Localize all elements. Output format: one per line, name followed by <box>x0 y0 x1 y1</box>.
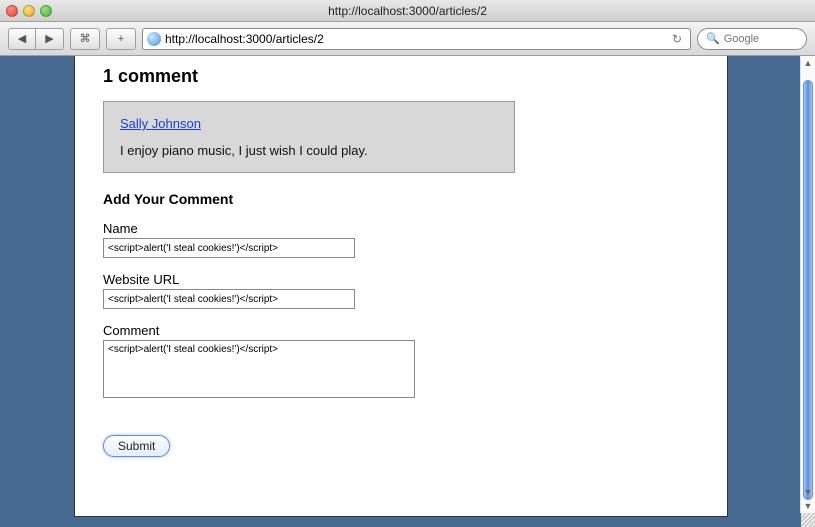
reload-button[interactable]: ↻ <box>668 32 686 46</box>
form-row-url: Website URL <box>103 272 699 309</box>
scroll-down-button[interactable]: ▼ <box>801 485 815 499</box>
comment: Sally Johnson I enjoy piano music, I jus… <box>103 101 515 173</box>
browser-toolbar: ◀ ▶ ⌘ + ↻ 🔍 <box>0 22 815 56</box>
nav-buttons: ◀ ▶ <box>8 28 64 50</box>
add-bookmark-button[interactable]: + <box>106 28 136 50</box>
browser-viewport: 1 comment Sally Johnson I enjoy piano mu… <box>0 56 815 527</box>
back-icon: ◀ <box>18 32 26 45</box>
resize-corner[interactable] <box>801 513 815 527</box>
add-comment-heading: Add Your Comment <box>103 191 699 207</box>
url-input-field[interactable] <box>103 289 355 309</box>
article-content: 1 comment Sally Johnson I enjoy piano mu… <box>74 56 728 517</box>
scroll-thumb[interactable] <box>803 80 813 500</box>
submit-button[interactable]: Submit <box>103 435 170 457</box>
window-titlebar: http://localhost:3000/articles/2 <box>0 0 815 22</box>
vertical-scrollbar[interactable]: ▲ ▼ ▼ <box>800 56 815 513</box>
comment-label: Comment <box>103 323 699 338</box>
search-icon: 🔍 <box>706 32 720 45</box>
site-icon <box>147 32 161 46</box>
form-row-comment: Comment <box>103 323 699 401</box>
book-icon: ⌘ <box>80 32 91 45</box>
scroll-down-button-2[interactable]: ▼ <box>801 499 815 513</box>
plus-icon: + <box>118 33 124 45</box>
comment-author-link[interactable]: Sally Johnson <box>120 116 201 131</box>
comment-body: I enjoy piano music, I just wish I could… <box>120 143 498 158</box>
name-label: Name <box>103 221 699 236</box>
url-input[interactable] <box>165 30 668 48</box>
scroll-up-button[interactable]: ▲ <box>801 56 815 70</box>
search-input[interactable] <box>724 33 815 45</box>
window-title: http://localhost:3000/articles/2 <box>0 4 815 18</box>
search-bar[interactable]: 🔍 <box>697 28 807 50</box>
url-label: Website URL <box>103 272 699 287</box>
comment-textarea[interactable] <box>103 340 415 398</box>
name-input[interactable] <box>103 238 355 258</box>
comments-heading: 1 comment <box>103 66 699 87</box>
address-bar[interactable]: ↻ <box>142 28 691 50</box>
bookmarks-button[interactable]: ⌘ <box>70 28 100 50</box>
back-button[interactable]: ◀ <box>8 28 36 50</box>
forward-button[interactable]: ▶ <box>36 28 64 50</box>
form-row-name: Name <box>103 221 699 258</box>
forward-icon: ▶ <box>45 32 53 45</box>
